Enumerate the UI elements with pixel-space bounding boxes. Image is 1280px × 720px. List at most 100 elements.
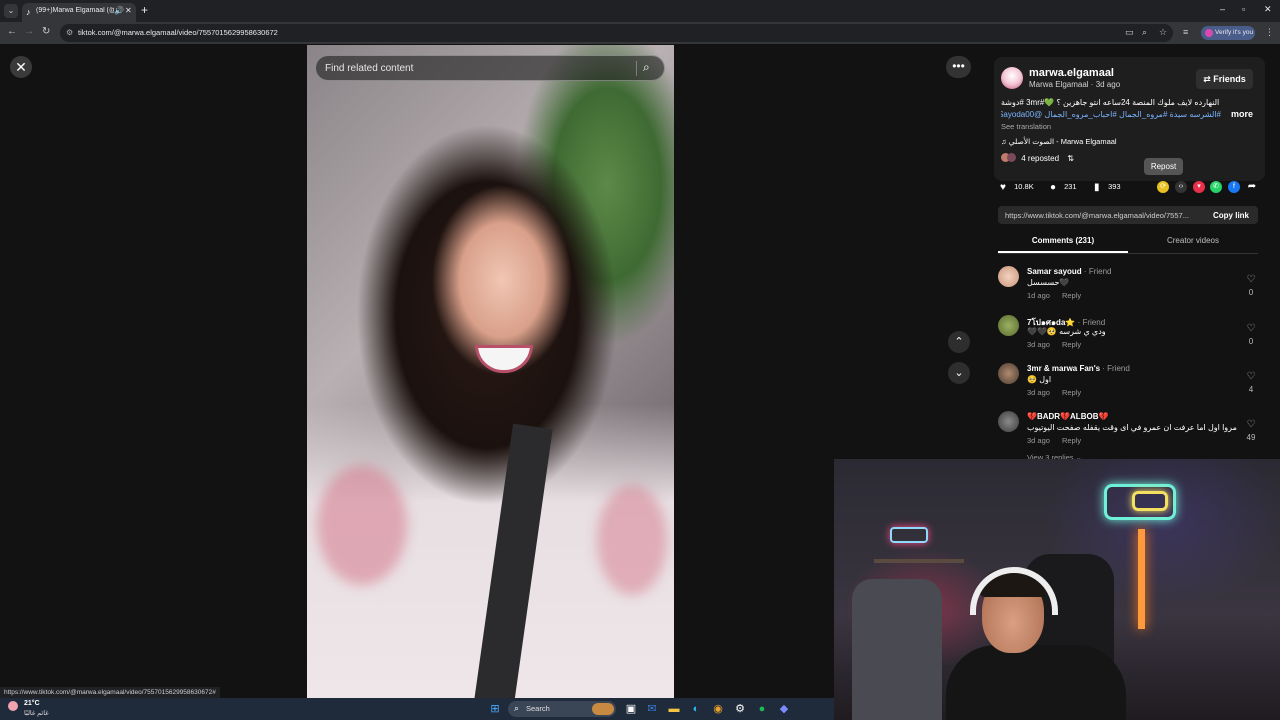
reply-button[interactable]: Reply xyxy=(1062,291,1081,300)
video-frame-detail xyxy=(471,423,553,698)
friends-button[interactable]: ⇄ Friends xyxy=(1196,69,1253,89)
zoom-icon[interactable]: ⌕ xyxy=(1142,27,1147,38)
minimize-button[interactable]: – xyxy=(1220,4,1225,14)
send-to-friends-icon[interactable]: ▾ xyxy=(1193,181,1205,193)
see-translation-link[interactable]: See translation xyxy=(1001,122,1051,131)
discord-icon[interactable]: ◆ xyxy=(777,702,791,716)
comment-count: 231 xyxy=(1064,182,1077,191)
previous-video-button[interactable]: ⌃ xyxy=(948,331,970,353)
comment-like-count: 49 xyxy=(1246,433,1256,442)
browser-tab-strip: ⌄ ♪ (99+)Marwa Elgamaal (@m 🔊 ✕ + – ▫ ✕ xyxy=(0,0,1280,22)
creator-meta: Marwa Elgamaal · 3d ago xyxy=(1029,80,1121,89)
facebook-icon[interactable]: f xyxy=(1228,181,1240,193)
comment-like-icon[interactable]: ♡ xyxy=(1245,323,1257,334)
reposted-info[interactable]: 4 reposted ⇅ xyxy=(1001,153,1074,163)
address-bar[interactable]: ⚙ tiktok.com/@marwa.elgamaal/video/75570… xyxy=(60,24,1173,42)
copy-link-button[interactable]: Copy link xyxy=(1213,211,1249,220)
repost-share-icon[interactable]: ⟳ xyxy=(1157,181,1169,193)
reload-button[interactable]: ↻ xyxy=(42,26,50,37)
commenter-avatar[interactable] xyxy=(998,315,1019,336)
close-video-button[interactable]: ✕ xyxy=(10,56,32,78)
comment-icon: ● xyxy=(1050,182,1057,193)
browser-tab[interactable]: ♪ (99+)Marwa Elgamaal (@m 🔊 ✕ xyxy=(22,3,136,22)
comment-button[interactable]: ● 231 xyxy=(1050,182,1077,193)
commenter-name[interactable]: Samar sayoud · Friend xyxy=(1027,267,1112,276)
webcam-scene-shelf xyxy=(874,559,964,563)
comment-text: 🥺 اول xyxy=(1027,375,1052,384)
embed-icon[interactable]: ‹› xyxy=(1175,181,1187,193)
outlook-icon[interactable]: ✉ xyxy=(645,702,659,716)
windows-start-icon[interactable]: ⊞ xyxy=(488,702,502,716)
windows-taskbar: 21°C غائم غالبًا ⊞ ⌕ Search ▣ ✉ ▬ ◐ ◉ ⚙ … xyxy=(0,698,834,720)
video-player[interactable] xyxy=(307,45,674,698)
verify-profile-button[interactable]: Verify it's you xyxy=(1201,26,1255,40)
install-icon[interactable]: ▭ xyxy=(1125,27,1134,38)
tab-search-dropdown[interactable]: ⌄ xyxy=(4,4,18,18)
more-description-link[interactable]: more xyxy=(1231,109,1253,119)
tab-close-icon[interactable]: ✕ xyxy=(125,6,132,15)
next-video-button[interactable]: ⌄ xyxy=(948,362,970,384)
reply-button[interactable]: Reply xyxy=(1062,436,1081,445)
reply-button[interactable]: Reply xyxy=(1062,340,1081,349)
file-explorer-icon[interactable]: ▬ xyxy=(667,702,681,716)
share-arrow-icon[interactable]: ➦ xyxy=(1246,181,1258,193)
spotify-icon[interactable]: ● xyxy=(755,702,769,716)
commenter-name[interactable]: 💔BADR💔ALBOB💔 xyxy=(1027,412,1108,421)
webcam-scene-neon-sign xyxy=(890,527,928,543)
commenter-avatar[interactable] xyxy=(998,411,1019,432)
related-content-search[interactable]: Find related content ⌕ xyxy=(315,55,665,81)
friend-tag: · Friend xyxy=(1075,318,1106,327)
creator-avatar[interactable] xyxy=(1001,67,1023,89)
bookmark-star-icon[interactable]: ☆ xyxy=(1159,27,1167,38)
share-link-url[interactable]: https://www.tiktok.com/@marwa.elgamaal/v… xyxy=(1005,211,1203,220)
site-info-icon[interactable]: ⚙ xyxy=(66,28,73,37)
edge-icon[interactable]: ◐ xyxy=(689,702,703,716)
taskbar-search[interactable]: ⌕ Search xyxy=(508,701,616,717)
maximize-button[interactable]: ▫ xyxy=(1242,4,1245,14)
save-button[interactable]: ▮ 393 xyxy=(1094,182,1121,193)
browser-menu-icon[interactable]: ⋮ xyxy=(1265,27,1274,38)
new-tab-button[interactable]: + xyxy=(141,3,148,17)
search-icon[interactable]: ⌕ xyxy=(643,60,650,75)
webcam-scene-chair xyxy=(852,579,942,720)
commenter-avatar[interactable] xyxy=(998,266,1019,287)
tab-creator-videos[interactable]: Creator videos xyxy=(1128,236,1258,245)
comment-like-icon[interactable]: ♡ xyxy=(1245,371,1257,382)
tab-comments[interactable]: Comments (231) xyxy=(998,236,1128,245)
whatsapp-icon[interactable]: ✆ xyxy=(1210,181,1222,193)
music-link[interactable]: ♫ الصوت الأصلي - Marwa Elgamaal xyxy=(1001,137,1117,146)
commenter-avatar[interactable] xyxy=(998,363,1019,384)
comment-text: حسسسل🖤 xyxy=(1027,278,1070,287)
address-url[interactable]: tiktok.com/@marwa.elgamaal/video/7557015… xyxy=(78,28,278,37)
taskbar-search-label: Search xyxy=(526,704,550,713)
comment-item: 7โป๑ศ๑da⭐ · Friend 🖤🖤🥺 ودي ي شرسه 3d ago… xyxy=(998,315,1260,361)
comment-like-icon[interactable]: ♡ xyxy=(1245,274,1257,285)
settings-gear-icon[interactable]: ⚙ xyxy=(733,702,747,716)
video-frame-detail xyxy=(597,485,667,595)
reply-button[interactable]: Reply xyxy=(1062,388,1081,397)
commenter-name[interactable]: 3mr & marwa Fan's · Friend xyxy=(1027,364,1130,373)
weather-desc: غائم غالبًا xyxy=(24,710,49,717)
video-frame-detail xyxy=(475,345,533,373)
friends-label: Friends xyxy=(1213,74,1246,84)
extensions-icon[interactable]: ≡ xyxy=(1183,27,1188,37)
comment-like-icon[interactable]: ♡ xyxy=(1245,419,1257,430)
tab-title: (99+)Marwa Elgamaal (@m xyxy=(36,7,114,14)
commenter-name-text: 💔BADR💔ALBOB💔 xyxy=(1027,412,1109,421)
back-button[interactable]: ← xyxy=(7,26,17,37)
comments-tabs: Comments (231) Creator videos xyxy=(998,236,1258,254)
post-description-line2: #الشرسه سيدة #مروه_الجمال #احباب_مروه_ال… xyxy=(1001,110,1221,119)
chrome-icon[interactable]: ◉ xyxy=(711,702,725,716)
weather-temp[interactable]: 21°C xyxy=(24,700,40,707)
forward-button[interactable]: → xyxy=(24,26,34,37)
more-options-button[interactable]: ••• xyxy=(946,56,971,78)
comment-text: مروا اول اما عرفت ان عمرو في اى وقت يقفل… xyxy=(1027,423,1237,432)
speaker-icon[interactable]: 🔊 xyxy=(114,6,124,15)
window-close-button[interactable]: ✕ xyxy=(1264,4,1272,15)
like-button[interactable]: ♥ 10.8K xyxy=(1000,182,1034,193)
commenter-name-text: Samar sayoud xyxy=(1027,267,1082,276)
weather-icon[interactable] xyxy=(8,701,18,711)
friend-tag: · Friend xyxy=(1100,364,1130,373)
creator-username[interactable]: marwa.elgamaal xyxy=(1029,67,1114,79)
task-view-icon[interactable]: ▣ xyxy=(624,702,638,716)
